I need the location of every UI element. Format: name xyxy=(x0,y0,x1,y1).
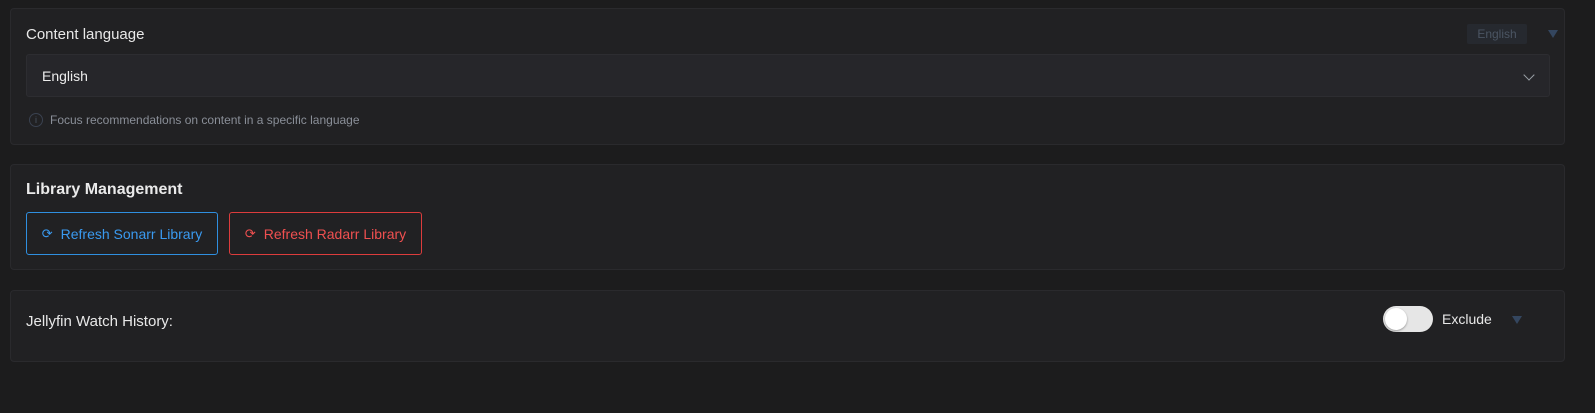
exclude-toggle[interactable] xyxy=(1383,306,1433,332)
toggle-knob xyxy=(1385,308,1407,330)
caret-down-icon[interactable] xyxy=(1548,30,1558,38)
chevron-down-icon xyxy=(1523,69,1535,81)
hint-text: Focus recommendations on content in a sp… xyxy=(50,113,360,127)
content-language-panel: Content language English English i Focus… xyxy=(10,8,1565,145)
library-management-title: Library Management xyxy=(26,181,183,198)
exclude-toggle-label: Exclude xyxy=(1442,311,1492,327)
content-language-select[interactable]: English xyxy=(26,54,1550,97)
jellyfin-watch-history-label: Jellyfin Watch History: xyxy=(26,313,173,330)
refresh-sonarr-library-button[interactable]: ⟳ Refresh Sonarr Library xyxy=(26,212,218,255)
jellyfin-watch-history-panel: Jellyfin Watch History: Exclude xyxy=(10,290,1565,362)
content-language-title: Content language xyxy=(26,26,145,43)
library-management-panel: Library Management ⟳ Refresh Sonarr Libr… xyxy=(10,164,1565,270)
refresh-radarr-library-button[interactable]: ⟳ Refresh Radarr Library xyxy=(229,212,422,255)
refresh-sonarr-library-label: Refresh Sonarr Library xyxy=(60,225,203,242)
content-language-hint: i Focus recommendations on content in a … xyxy=(29,113,360,127)
refresh-icon: ⟳ xyxy=(244,225,256,241)
content-language-badge: English xyxy=(1467,24,1527,44)
content-language-selected-value: English xyxy=(42,68,88,84)
refresh-radarr-library-label: Refresh Radarr Library xyxy=(263,225,407,242)
info-icon: i xyxy=(29,113,43,127)
refresh-icon: ⟳ xyxy=(41,225,53,241)
caret-down-icon[interactable] xyxy=(1512,316,1522,324)
